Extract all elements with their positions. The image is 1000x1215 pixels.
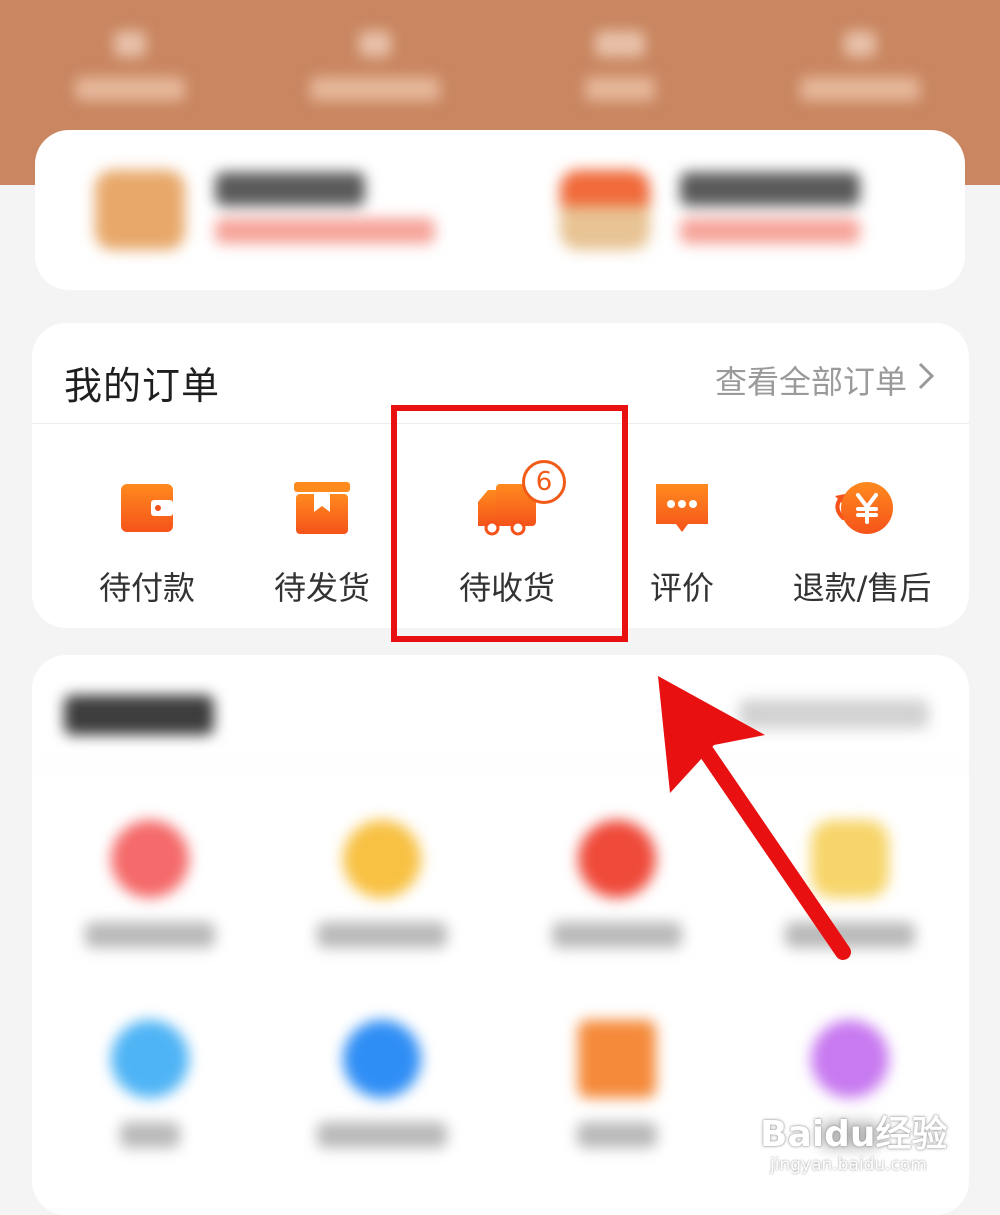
annotation-arrow-icon [658, 676, 851, 960]
watermark-brand: Baidu经验 [760, 1114, 948, 1155]
watermark-url: jingyan.baidu.com [770, 1155, 927, 1175]
